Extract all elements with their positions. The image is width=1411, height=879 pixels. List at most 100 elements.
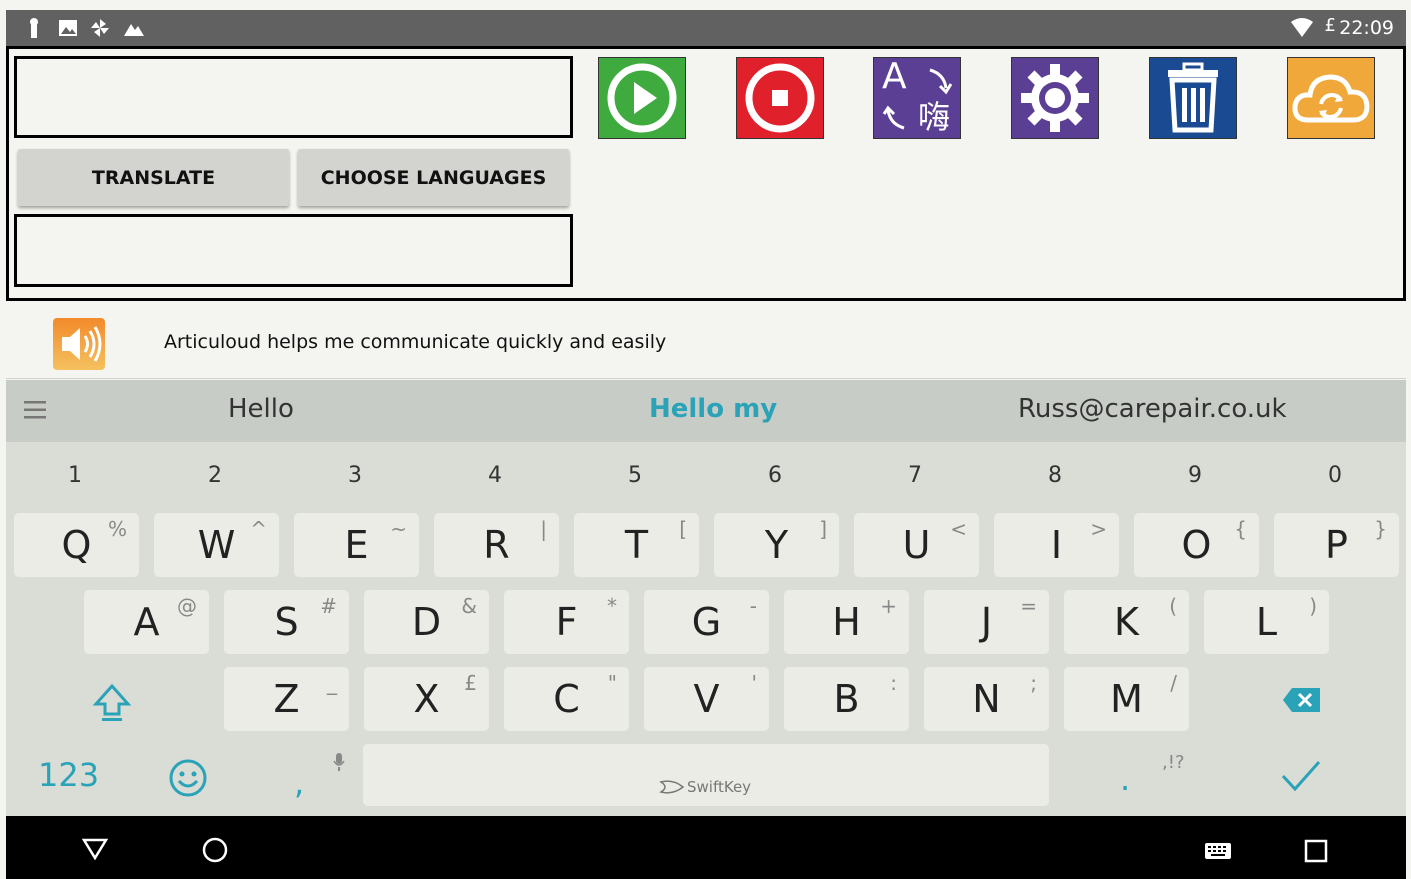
key-r[interactable]: R |	[434, 513, 559, 577]
key-n[interactable]: N;	[924, 667, 1049, 731]
key-alt-symbol: {	[1234, 517, 1247, 541]
key-alt-symbol: <	[950, 517, 967, 541]
key-icon	[30, 18, 38, 38]
number-hint-5: 5	[628, 463, 642, 488]
emoji-key[interactable]	[168, 758, 208, 798]
key-y[interactable]: Y]	[714, 513, 839, 577]
key-w[interactable]: W ^	[154, 513, 279, 577]
shift-key[interactable]	[92, 682, 132, 722]
key-alt-symbol: =	[1020, 594, 1037, 618]
key-t[interactable]: T[	[574, 513, 699, 577]
trash-icon	[1168, 62, 1218, 133]
numbers-key[interactable]: 123	[38, 756, 99, 794]
space-bar[interactable]: SwiftKey	[363, 744, 1049, 806]
key-alt-symbol: @	[177, 594, 197, 618]
swiftkey-keyboard: Hello Hello my Russ@carepair.co.uk 123 4 5…	[6, 380, 1406, 816]
key-z[interactable]: Z _	[224, 667, 349, 731]
key-i[interactable]: I >	[994, 513, 1119, 577]
source-text-field[interactable]	[14, 56, 573, 138]
key-alt-symbol: *	[607, 594, 617, 618]
key-k[interactable]: K(	[1064, 590, 1189, 654]
number-hint-8: 8	[1048, 463, 1062, 488]
key-letter: V	[693, 677, 720, 721]
key-l[interactable]: L)	[1204, 590, 1329, 654]
key-q[interactable]: Q%	[14, 513, 139, 577]
clock: 22:09	[1339, 17, 1394, 39]
key-p[interactable]: P}	[1274, 513, 1399, 577]
key-alt-symbol: |	[540, 517, 547, 541]
key-alt-symbol: "	[607, 671, 617, 695]
key-s[interactable]: S #	[224, 590, 349, 654]
status-bar: £ 22:09	[6, 10, 1406, 46]
period-key[interactable]: .	[1120, 760, 1130, 798]
key-alt-symbol: )	[1309, 594, 1317, 618]
key-alt-symbol: /	[1170, 671, 1177, 695]
choose-languages-button[interactable]: CHOOSE LANGUAGES	[298, 149, 569, 206]
key-alt-symbol: _	[327, 671, 337, 695]
key-v[interactable]: V '	[644, 667, 769, 731]
settings-button[interactable]	[1011, 57, 1099, 139]
play-button[interactable]	[598, 57, 686, 139]
key-alt-symbol: }	[1374, 517, 1387, 541]
number-hint-2: 2	[208, 463, 222, 488]
key-c[interactable]: C "	[504, 667, 629, 731]
gear-icon	[1021, 64, 1089, 132]
phrase-list-item[interactable]: Articuloud helps me communicate quickly …	[6, 301, 1406, 379]
wifi-icon	[1291, 18, 1313, 37]
key-b[interactable]: B:	[784, 667, 909, 731]
letter-a-glyph: A	[882, 56, 907, 97]
key-x[interactable]: X £	[364, 667, 489, 731]
suggestion-bar: Hello Hello my Russ@carepair.co.uk	[6, 380, 1406, 442]
number-hint-7: 7	[908, 463, 922, 488]
menu-icon[interactable]	[24, 400, 46, 420]
stop-button[interactable]	[736, 57, 824, 139]
number-hint-0: 0	[1328, 463, 1342, 488]
keyboard-icon[interactable]	[1204, 842, 1232, 860]
cloud-sync-icon	[1292, 74, 1370, 123]
key-m[interactable]: M /	[1064, 667, 1189, 731]
key-h[interactable]: H +	[784, 590, 909, 654]
back-icon[interactable]	[82, 838, 108, 860]
key-alt-symbol: >	[1090, 517, 1107, 541]
cloud-sync-button[interactable]	[1287, 57, 1375, 139]
key-alt-symbol: [	[679, 517, 687, 541]
suggestion-3[interactable]: Russ@carepair.co.uk	[1018, 394, 1287, 424]
key-o[interactable]: O{	[1134, 513, 1259, 577]
microphone-icon	[333, 753, 345, 771]
translator-panel: TRANSLATE CHOOSE LANGUAGES A 嗨	[6, 46, 1406, 301]
key-d[interactable]: D &	[364, 590, 489, 654]
swap-languages-button[interactable]: A 嗨	[873, 56, 961, 139]
stop-icon	[745, 63, 815, 133]
key-f[interactable]: F *	[504, 590, 629, 654]
comma-key[interactable]: ,	[294, 764, 304, 802]
enter-checkmark-key[interactable]	[1280, 758, 1322, 794]
key-alt-symbol: £	[464, 671, 477, 695]
speaker-icon	[53, 318, 105, 370]
key-alt-symbol: %	[107, 517, 127, 541]
navigation-bar	[6, 816, 1406, 879]
recents-icon[interactable]	[1304, 839, 1328, 863]
key-alt-symbol: +	[880, 594, 897, 618]
home-icon[interactable]	[202, 837, 228, 863]
number-hint-4: 4	[488, 463, 502, 488]
number-hint-3: 3	[348, 463, 362, 488]
key-alt-symbol: ~	[390, 517, 407, 541]
backspace-key[interactable]	[1282, 686, 1322, 714]
swiftkey-brand: SwiftKey	[687, 778, 752, 796]
key-e[interactable]: E ~	[294, 513, 419, 577]
key-u[interactable]: U <	[854, 513, 979, 577]
battery-icon: £	[1324, 15, 1336, 36]
key-a[interactable]: A @	[84, 590, 209, 654]
pinwheel-icon	[91, 19, 109, 37]
delete-button[interactable]	[1149, 57, 1237, 139]
key-j[interactable]: J =	[924, 590, 1049, 654]
key-alt-symbol: '	[751, 671, 758, 695]
play-icon	[607, 63, 677, 133]
chinese-glyph: 嗨	[918, 98, 951, 136]
translate-button[interactable]: TRANSLATE	[18, 149, 289, 206]
translated-text-field[interactable]	[14, 214, 573, 287]
key-g[interactable]: G-	[644, 590, 769, 654]
key-alt-symbol: -	[749, 594, 757, 618]
suggestion-1[interactable]: Hello	[228, 394, 294, 424]
suggestion-2[interactable]: Hello my	[649, 394, 777, 424]
